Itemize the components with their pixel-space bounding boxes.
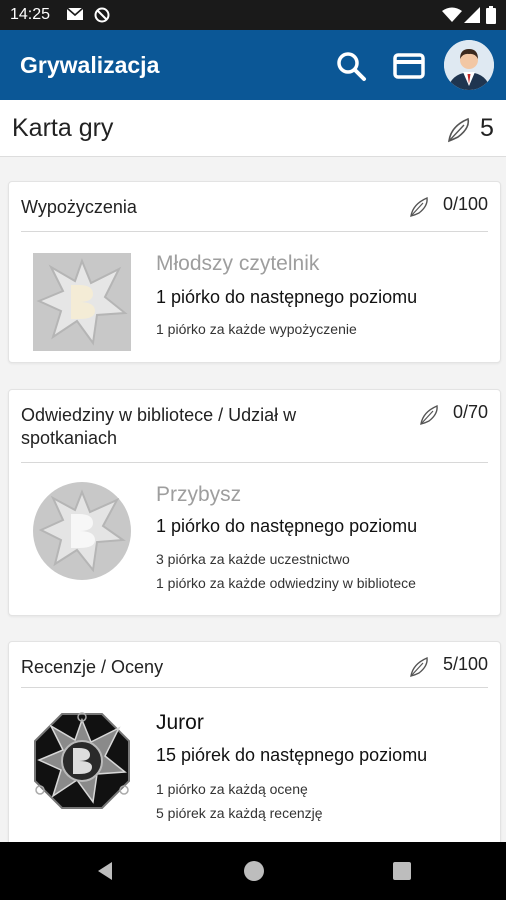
- next-level-text: 1 piórko do następnego poziomu: [156, 516, 418, 536]
- feather-icon: [410, 196, 428, 217]
- level-badge-icon: [33, 482, 131, 580]
- feather-icon: [420, 404, 438, 425]
- total-feathers: 5: [480, 114, 494, 142]
- achievement-card-reviews[interactable]: Recenzje / Oceny 5/100 Juror 15 piórek d…: [8, 641, 501, 858]
- level-name: Przybysz: [156, 483, 242, 506]
- avatar[interactable]: [444, 40, 494, 90]
- page-title: Karta gry: [12, 114, 114, 142]
- card-category: Recenzje / Oceny: [21, 657, 164, 677]
- card-divider: [21, 231, 488, 232]
- status-bar: 14:25: [0, 0, 506, 30]
- status-time: 14:25: [10, 6, 51, 23]
- next-level-text: 1 piórko do następnego poziomu: [156, 287, 418, 307]
- achievement-card-loans[interactable]: Wypożyczenia 0/100 Młodszy czytelnik 1 p…: [8, 181, 501, 363]
- level-badge-icon: [33, 253, 131, 351]
- battery-icon: [486, 6, 496, 24]
- dnd-icon: [94, 7, 110, 23]
- page-header: Karta gry 5: [0, 100, 506, 157]
- app-bar: Grywalizacja: [0, 30, 506, 100]
- card-icon[interactable]: [392, 49, 426, 83]
- back-icon[interactable]: [94, 859, 118, 883]
- card-progress: 5/100: [442, 654, 488, 674]
- achievement-card-visits[interactable]: Odwiedziny w bibliotece / Udział w spotk…: [8, 389, 501, 616]
- card-divider: [21, 462, 488, 463]
- rule-text: 1 piórko za każde odwiedziny w bibliotec…: [156, 575, 416, 591]
- card-progress: 0/100: [442, 194, 488, 214]
- card-divider: [21, 687, 488, 688]
- feather-icon: [410, 656, 428, 677]
- signal-icon: [464, 7, 480, 23]
- level-name: Juror: [156, 711, 204, 734]
- system-nav-bar: [0, 842, 506, 900]
- level-badge-icon: [34, 712, 130, 809]
- rule-text: 5 piórek za każdą recenzję: [156, 805, 323, 821]
- wifi-icon: [442, 7, 462, 22]
- search-icon[interactable]: [334, 49, 368, 83]
- feather-icon: [448, 117, 470, 143]
- card-progress: 0/70: [452, 402, 488, 422]
- app-title: Grywalizacja: [20, 52, 160, 78]
- card-category: Wypożyczenia: [21, 197, 137, 217]
- home-icon[interactable]: [242, 859, 266, 883]
- rule-text: 3 piórka za każde uczestnictwo: [156, 551, 350, 567]
- user-avatar-icon: [444, 40, 494, 90]
- level-name: Młodszy czytelnik: [156, 252, 320, 275]
- rule-text: 1 piórko za każde wypożyczenie: [156, 321, 357, 337]
- rule-text: 1 piórko za każdą ocenę: [156, 781, 308, 797]
- card-category: Odwiedziny w bibliotece / Udział w spotk…: [21, 405, 297, 448]
- recents-icon[interactable]: [390, 859, 414, 883]
- mail-icon: [66, 7, 84, 20]
- next-level-text: 15 piórek do następnego poziomu: [156, 745, 428, 765]
